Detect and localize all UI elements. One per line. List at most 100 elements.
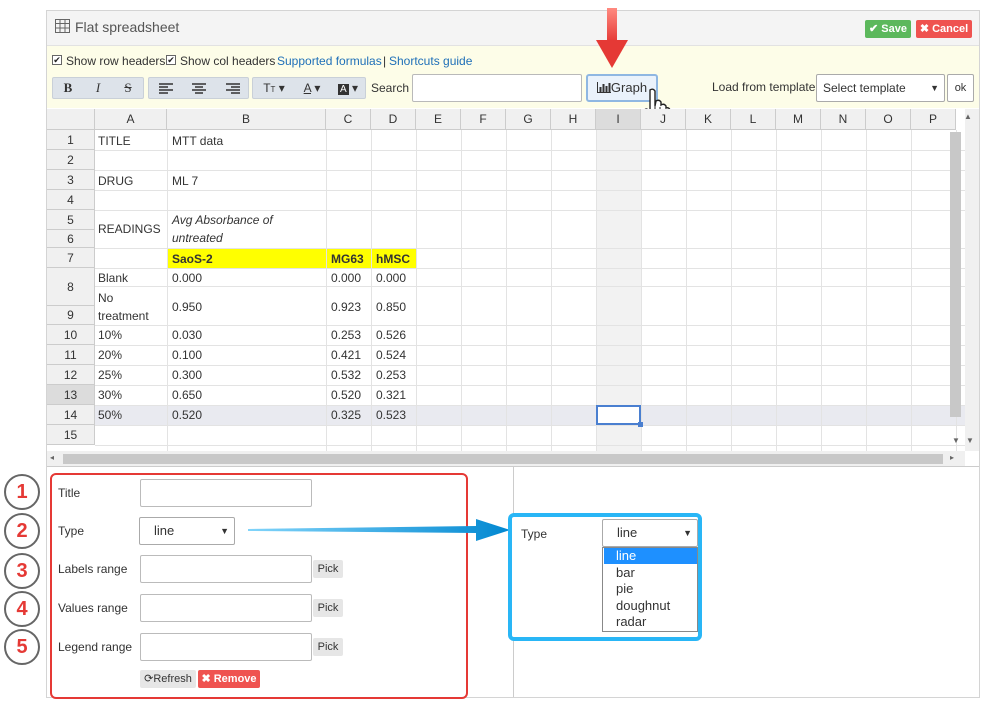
- labels-range-pick-button[interactable]: Pick: [313, 560, 343, 578]
- spreadsheet-grid[interactable]: A B C D E F G H I J K L M N O P 1 2 3 4 …: [47, 109, 965, 451]
- active-cell[interactable]: [596, 405, 641, 425]
- cell-d9[interactable]: 0.850: [376, 300, 406, 314]
- align-center-icon[interactable]: [192, 83, 206, 94]
- values-range-input[interactable]: [140, 594, 312, 622]
- horizontal-scroll-thumb[interactable]: [63, 454, 943, 464]
- align-left-icon[interactable]: [159, 83, 173, 94]
- col-header-i[interactable]: I: [596, 109, 641, 130]
- labels-range-input[interactable]: [140, 555, 312, 583]
- cell-d12[interactable]: 0.253: [376, 368, 406, 382]
- refresh-button[interactable]: ⟳Refresh: [140, 670, 196, 688]
- search-input[interactable]: [412, 74, 582, 102]
- legend-range-input[interactable]: [140, 633, 312, 661]
- col-header-a[interactable]: A: [95, 109, 167, 130]
- col-header-e[interactable]: E: [416, 109, 461, 130]
- vertical-scroll-thumb[interactable]: [950, 132, 961, 417]
- show-row-headers-checkbox[interactable]: ✔: [52, 55, 62, 65]
- cell-d13[interactable]: 0.321: [376, 388, 406, 402]
- save-button[interactable]: ✔ Save: [865, 20, 911, 38]
- cell-a1[interactable]: TITLE: [98, 134, 131, 148]
- row-header-13[interactable]: 13: [47, 385, 95, 405]
- cancel-button[interactable]: ✖ Cancel: [916, 20, 972, 38]
- row-header-3[interactable]: 3: [47, 170, 95, 190]
- type-option-pie[interactable]: pie: [604, 581, 697, 597]
- type-option-bar[interactable]: bar: [604, 565, 697, 581]
- row-header-8[interactable]: 8: [47, 268, 95, 306]
- col-header-p[interactable]: P: [911, 109, 956, 130]
- cell-b9[interactable]: 0.950: [172, 300, 202, 314]
- cell-b8[interactable]: 0.000: [172, 271, 202, 285]
- cell-a5[interactable]: READINGS: [98, 222, 161, 236]
- row-header-1[interactable]: 1: [47, 130, 95, 150]
- row-header-15[interactable]: 15: [47, 425, 95, 445]
- row-header-2[interactable]: 2: [47, 150, 95, 170]
- scroll-up-icon[interactable]: ▲: [964, 112, 972, 121]
- font-color-dropdown[interactable]: A ▾: [295, 78, 329, 98]
- col-header-c[interactable]: C: [326, 109, 371, 130]
- chart-type-select[interactable]: line ▼: [139, 517, 235, 545]
- cell-a13[interactable]: 30%: [98, 388, 122, 402]
- col-header-j[interactable]: J: [641, 109, 686, 130]
- strikethrough-button[interactable]: S: [113, 78, 143, 98]
- values-range-pick-button[interactable]: Pick: [313, 599, 343, 617]
- scroll-down-icon[interactable]: ▼: [952, 436, 960, 445]
- scroll-down-icon-2[interactable]: ▼: [966, 436, 974, 445]
- cell-b13[interactable]: 0.650: [172, 388, 202, 402]
- col-header-k[interactable]: K: [686, 109, 731, 130]
- row-header-9[interactable]: 9: [47, 306, 95, 325]
- col-header-m[interactable]: M: [776, 109, 821, 130]
- cell-b10[interactable]: 0.030: [172, 328, 202, 342]
- cell-a11[interactable]: 20%: [98, 348, 122, 362]
- supported-formulas-link[interactable]: Supported formulas: [277, 54, 382, 68]
- cell-c12[interactable]: 0.532: [331, 368, 361, 382]
- scroll-right-icon[interactable]: ▸: [950, 453, 954, 462]
- row-header-10[interactable]: 10: [47, 325, 95, 345]
- col-header-n[interactable]: N: [821, 109, 866, 130]
- cell-b14[interactable]: 0.520: [172, 408, 202, 422]
- cell-d8[interactable]: 0.000: [376, 271, 406, 285]
- remove-button[interactable]: ✖ Remove: [198, 670, 260, 688]
- col-header-b[interactable]: B: [167, 109, 326, 130]
- row-header-6[interactable]: 6: [47, 230, 95, 248]
- cell-c7[interactable]: MG63: [327, 249, 371, 268]
- cell-b11[interactable]: 0.100: [172, 348, 202, 362]
- row-header-4[interactable]: 4: [47, 190, 95, 210]
- cell-b5-line2[interactable]: untreated: [172, 231, 223, 245]
- row-header-7[interactable]: 7: [47, 248, 95, 268]
- cell-a8[interactable]: Blank: [98, 271, 128, 285]
- vertical-scrollbar[interactable]: [965, 109, 979, 451]
- fill-handle[interactable]: [638, 422, 643, 427]
- show-col-headers-checkbox[interactable]: ✔: [166, 55, 176, 65]
- col-header-d[interactable]: D: [371, 109, 416, 130]
- row-header-14[interactable]: 14: [47, 405, 95, 425]
- cell-a9-line1[interactable]: No: [98, 291, 113, 305]
- cell-c8[interactable]: 0.000: [331, 271, 361, 285]
- ok-button[interactable]: ok: [947, 74, 974, 102]
- align-right-icon[interactable]: [226, 83, 240, 94]
- type-option-doughnut[interactable]: doughnut: [604, 598, 697, 614]
- row-header-5[interactable]: 5: [47, 210, 95, 230]
- cell-d10[interactable]: 0.526: [376, 328, 406, 342]
- zoom-type-select[interactable]: line ▼: [602, 519, 698, 547]
- cell-d11[interactable]: 0.524: [376, 348, 406, 362]
- col-header-o[interactable]: O: [866, 109, 911, 130]
- cell-a10[interactable]: 10%: [98, 328, 122, 342]
- col-header-g[interactable]: G: [506, 109, 551, 130]
- fill-color-dropdown[interactable]: A ▾: [331, 78, 365, 98]
- italic-button[interactable]: I: [83, 78, 113, 98]
- font-size-dropdown[interactable]: TT ▾: [257, 78, 291, 98]
- template-select[interactable]: Select template ▼: [816, 74, 945, 102]
- row-header-11[interactable]: 11: [47, 345, 95, 365]
- cell-c11[interactable]: 0.421: [331, 348, 361, 362]
- cell-b7[interactable]: SaoS-2: [168, 249, 326, 268]
- scroll-left-icon[interactable]: ◂: [50, 453, 54, 462]
- bold-button[interactable]: B: [53, 78, 83, 98]
- cell-b1[interactable]: MTT data: [172, 134, 223, 148]
- col-header-l[interactable]: L: [731, 109, 776, 130]
- cell-b5-line1[interactable]: Avg Absorbance of: [172, 213, 273, 227]
- type-option-line[interactable]: line: [604, 548, 697, 564]
- type-option-radar[interactable]: radar: [604, 614, 697, 630]
- grid-corner[interactable]: [47, 109, 95, 130]
- cell-b12[interactable]: 0.300: [172, 368, 202, 382]
- cell-d14[interactable]: 0.523: [376, 408, 406, 422]
